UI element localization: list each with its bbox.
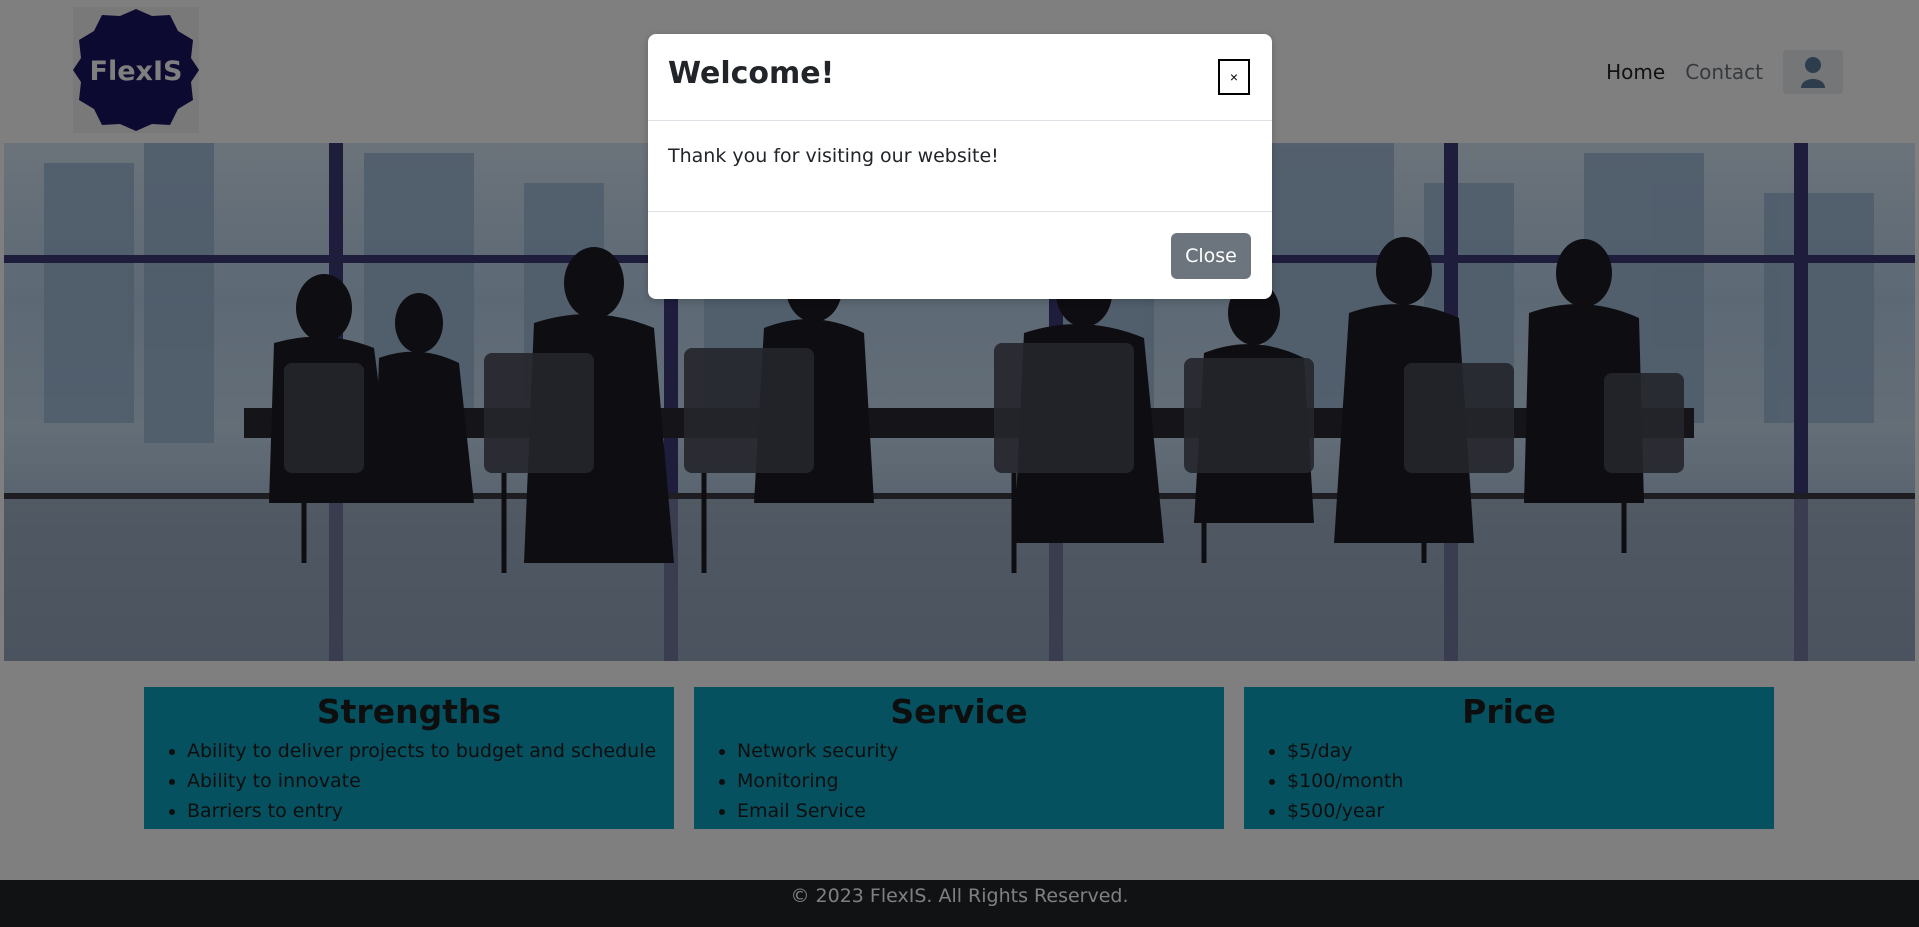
close-button[interactable]: Close [1171, 233, 1251, 279]
modal-close-x-button[interactable]: × [1218, 59, 1250, 95]
modal-message: Thank you for visiting our website! [668, 145, 999, 167]
modal-title: Welcome! [668, 56, 835, 91]
modal-header: Welcome! × [648, 34, 1272, 121]
modal-footer: Close [648, 212, 1272, 299]
modal-body: Thank you for visiting our website! [648, 121, 1272, 212]
welcome-modal: Welcome! × Thank you for visiting our we… [648, 34, 1272, 299]
